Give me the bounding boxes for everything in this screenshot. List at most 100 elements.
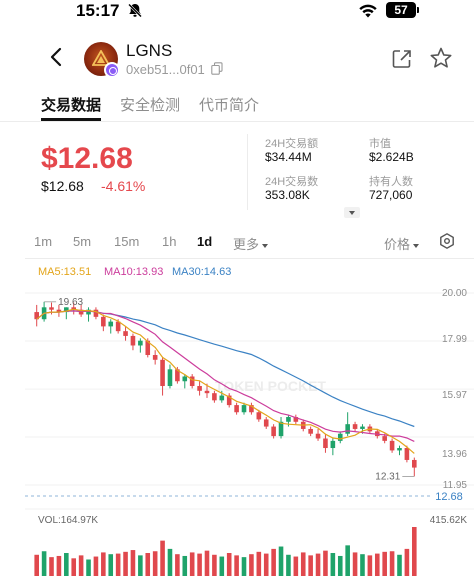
volume-bar <box>130 550 136 576</box>
volume-bars-layer <box>34 527 417 576</box>
volume-bar <box>93 556 99 576</box>
more-label: 更多 <box>233 237 260 252</box>
volume-bar <box>49 557 54 576</box>
tab-token-intro[interactable]: 代币简介 <box>199 94 259 115</box>
candle-body <box>167 369 173 387</box>
status-time: 15:17 <box>76 1 120 20</box>
candle-body <box>115 321 121 332</box>
candle-body <box>204 390 210 394</box>
volume-bar <box>64 553 69 576</box>
volume-bar <box>256 551 262 576</box>
candle-body <box>308 428 313 434</box>
volume-bar <box>219 556 225 576</box>
volume-bar <box>374 553 380 576</box>
candle-body <box>197 386 202 391</box>
battery-indicator: 57 <box>386 2 419 18</box>
stat-label-holders: 持有人数 <box>369 176 413 188</box>
wifi-icon <box>359 4 377 18</box>
candle-body <box>256 412 262 420</box>
volume-bar <box>78 555 84 576</box>
ma30-line <box>36 310 415 428</box>
gear-icon[interactable] <box>439 233 455 249</box>
volume-bar <box>330 553 336 576</box>
y-tick: 17.99 <box>442 334 467 345</box>
volume-bar <box>397 554 402 576</box>
chart-watermark: TOKEN POCKET <box>215 378 326 394</box>
low-price-label: 12.31 <box>375 471 400 482</box>
y-tick: 15.97 <box>442 390 467 401</box>
chevron-left-icon[interactable] <box>46 46 66 68</box>
volume-bar <box>145 553 151 576</box>
timeframe-1d[interactable]: 1d <box>197 234 212 249</box>
candle-body <box>315 433 321 439</box>
stat-label-24h-trades: 24H交易数 <box>265 176 319 188</box>
divider <box>247 134 248 210</box>
stat-value-holders: 727,060 <box>369 188 413 202</box>
expand-stats-button[interactable] <box>344 207 360 218</box>
volume-bar <box>175 554 180 576</box>
volume-bar <box>226 553 232 576</box>
share-icon[interactable] <box>391 48 413 70</box>
price-type-dropdown[interactable]: 价格 <box>384 234 420 253</box>
candle-body <box>330 440 336 449</box>
tab-trading-data[interactable]: 交易数据 <box>41 94 101 115</box>
volume-bar <box>56 555 62 576</box>
volume-bar <box>367 555 373 576</box>
volume-bar <box>308 555 313 576</box>
price-type-label: 价格 <box>384 237 411 252</box>
volume-bar <box>34 554 39 576</box>
tab-security-check[interactable]: 安全检测 <box>120 94 180 115</box>
candle-body <box>404 448 410 460</box>
candle-body <box>189 376 195 387</box>
volume-bar <box>404 548 410 576</box>
copy-icon[interactable] <box>211 62 223 75</box>
timeframe-1m[interactable]: 1m <box>34 234 52 249</box>
candle-body <box>397 448 402 451</box>
candlestick-chart[interactable]: TOKEN POCKET 19.63 12.31 MA5:13.51 MA10:1… <box>0 259 474 576</box>
candle-body <box>212 393 217 401</box>
volume-bar <box>337 555 343 576</box>
volume-bar <box>263 553 269 576</box>
volume-bar <box>71 558 77 576</box>
volume-bar <box>212 554 217 576</box>
candle-body <box>271 426 276 437</box>
stat-label-24h-volume: 24H交易额 <box>265 138 319 150</box>
high-price-label: 19.63 <box>58 297 83 308</box>
more-timeframes-dropdown[interactable]: 更多 <box>233 234 269 253</box>
volume-bar <box>234 555 239 576</box>
volume-bar <box>197 553 202 576</box>
volume-bar <box>152 551 158 576</box>
candle-body <box>382 436 387 441</box>
ma5-legend: MA5:13.51 <box>38 266 91 278</box>
timeframe-15m[interactable]: 15m <box>114 234 139 249</box>
chevron-down-icon <box>262 243 269 248</box>
candle-body <box>160 359 165 387</box>
volume-bar <box>189 552 195 576</box>
current-price-tag-label: 12.68 <box>435 491 463 503</box>
token-name: LGNS <box>126 41 173 60</box>
volume-bar <box>360 554 365 576</box>
volume-bar <box>41 551 47 576</box>
timeframe-1h[interactable]: 1h <box>162 234 176 249</box>
chevron-down-icon <box>413 243 420 248</box>
y-tick: 13.96 <box>442 449 467 460</box>
candle-body <box>345 424 350 434</box>
volume-max-label: 415.62K <box>430 515 468 526</box>
volume-bar <box>101 552 106 576</box>
polygon-chain-badge-icon <box>104 62 120 78</box>
volume-bar <box>182 555 188 576</box>
star-icon[interactable] <box>429 46 453 70</box>
volume-bar <box>412 527 417 576</box>
volume-bar <box>345 545 350 576</box>
ma30-legend: MA30:14.63 <box>172 266 231 278</box>
timeframe-5m[interactable]: 5m <box>73 234 91 249</box>
volume-bar <box>204 550 210 576</box>
y-axis-ticks: 20.00 17.99 15.97 13.96 11.95 <box>442 288 467 491</box>
volume-bar <box>382 551 387 576</box>
candle-body <box>286 417 291 422</box>
stat-value-market-cap: $2.624B <box>369 150 414 164</box>
candle-body <box>130 335 136 346</box>
volume-bar <box>315 553 321 576</box>
status-bar: 15:17 57 <box>0 0 474 22</box>
stat-label-market-cap: 市值 <box>369 138 391 150</box>
